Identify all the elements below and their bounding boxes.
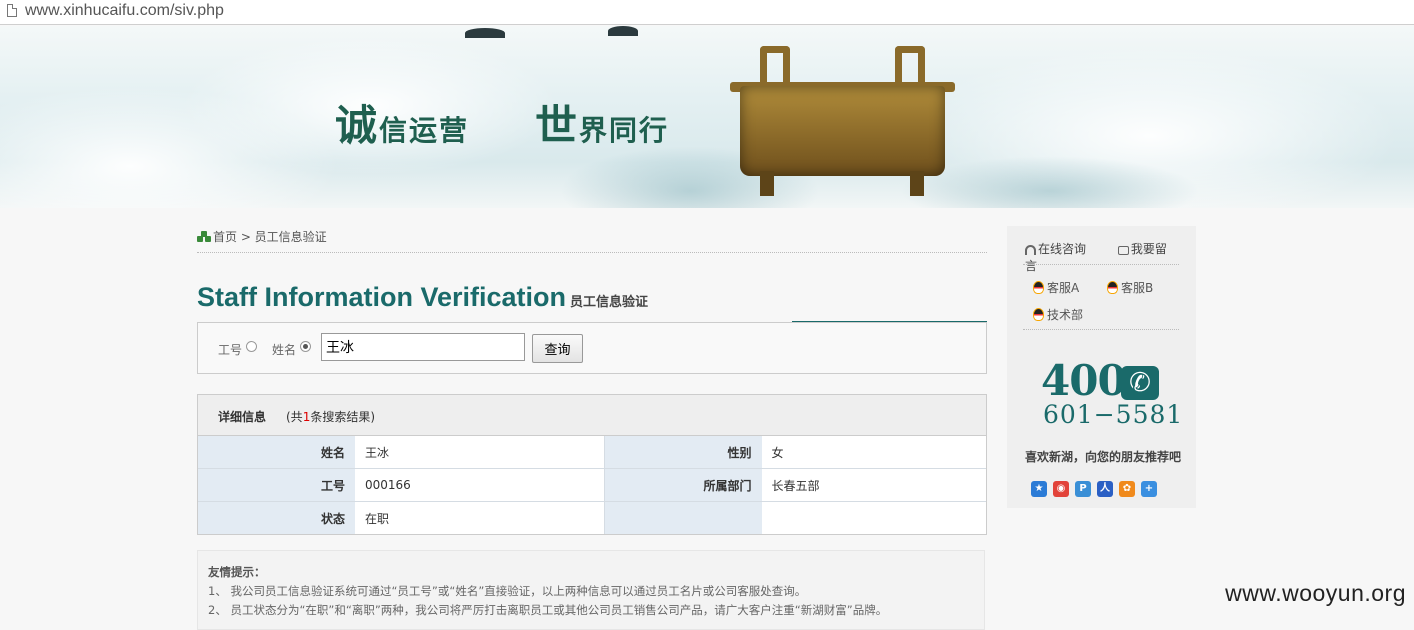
search-form: 工号 姓名 查询 [197,322,987,374]
field-label [604,501,762,534]
field-label: 性别 [604,436,762,469]
url-text[interactable]: www.xinhucaifu.com/siv.php [25,2,224,20]
qq-icon [1033,281,1044,294]
share-buttons: ★ ◉ P 人 ✿ + [1031,480,1163,497]
slogan-1: 诚信运营 [335,101,470,150]
qq-icon [1107,281,1118,294]
field-value: 000166 [355,468,605,502]
service-a-link[interactable]: 客服A [1033,279,1079,296]
field-value: 在职 [355,501,605,534]
radio-name-label: 姓名 [272,343,297,357]
tech-link[interactable]: 技术部 [1033,306,1083,323]
page-title-en: Staff Information Verification [197,282,567,312]
field-value: 女 [761,436,986,469]
tencent-weibo-share-icon[interactable]: P [1075,481,1091,497]
field-value: 王冰 [355,436,605,469]
more-share-icon[interactable]: + [1141,481,1157,497]
radio-employee-id[interactable] [246,341,257,352]
bird-icon [608,26,638,36]
bird-icon [465,28,505,38]
service-b-link[interactable]: 客服B [1107,279,1153,296]
breadcrumb: 首页 > 员工信息验证 [197,228,987,253]
share-title: 喜欢新湖，向您的朋友推荐吧 [1025,450,1182,464]
address-bar[interactable]: www.xinhucaifu.com/siv.php [0,0,1414,25]
kaixin-share-icon[interactable]: ✿ [1119,481,1135,497]
qq-icon [1033,308,1044,321]
query-button[interactable]: 查询 [532,334,583,363]
hotline-number: 601−5581 [1043,400,1184,429]
search-input[interactable] [321,333,525,361]
tips-line: 1、 我公司员工信息验证系统可通过“员工号”或“姓名”直接验证，以上两种信息可以… [208,584,807,598]
page-icon [7,4,17,17]
renren-share-icon[interactable]: 人 [1097,481,1113,497]
divider [1023,329,1179,330]
hotline-prefix: 400 [1041,356,1127,405]
bronze-ding-image [730,46,955,196]
home-icon [197,231,211,242]
result-header: 详细信息 (共1条搜索结果) [198,395,986,436]
header-banner: 诚信运营 世界同行 [0,26,1414,208]
message-icon [1117,246,1129,255]
table-row: 姓名 王冰 性别 女 [198,436,986,469]
slogan-2: 世界同行 [535,101,670,150]
breadcrumb-text[interactable]: 首页 > 员工信息验证 [213,228,327,245]
field-label: 所属部门 [604,468,762,502]
radio-name[interactable] [300,341,311,352]
result-heading: 详细信息 [218,410,267,424]
field-label: 姓名 [198,436,355,469]
radio-id-label: 工号 [218,343,243,357]
tips-title: 友情提示： [208,565,266,579]
result-panel: 详细信息 (共1条搜索结果) 姓名 王冰 性别 女 工号 000166 所属部门… [197,394,987,535]
table-row: 状态 在职 [198,501,986,534]
field-value: 长春五部 [761,468,986,502]
field-label: 工号 [198,468,355,502]
page-title-zh: 员工信息验证 [570,295,649,310]
watermark: www.wooyun.org [1225,580,1406,606]
divider [1023,264,1179,265]
qzone-share-icon[interactable]: ★ [1031,481,1047,497]
online-consult-link[interactable]: 在线咨询 [1025,242,1100,256]
table-row: 工号 000166 所属部门 长春五部 [198,468,986,502]
result-table: 姓名 王冰 性别 女 工号 000166 所属部门 长春五部 状态 在职 [198,436,986,534]
phone-icon: ✆ [1121,366,1159,400]
page-title: Staff Information Verification 员工信息验证 [197,282,987,324]
field-label: 状态 [198,501,355,534]
sidebar: 在线咨询 我要留言 客服A 客服B 技术部 400 ✆ 601−5581 喜欢新… [1007,226,1196,508]
headset-icon [1025,245,1036,255]
weibo-share-icon[interactable]: ◉ [1053,481,1069,497]
result-count: (共1条搜索结果) [286,410,376,424]
field-value [761,501,986,534]
tips-line: 2、 员工状态分为“在职”和“离职”两种，我公司将严厉打击离职员工或其他公司员工… [208,603,888,617]
sidebar-links: 在线咨询 我要留言 [1025,240,1196,274]
tips-box: 友情提示： 1、 我公司员工信息验证系统可通过“员工号”或“姓名”直接验证，以上… [197,550,985,630]
